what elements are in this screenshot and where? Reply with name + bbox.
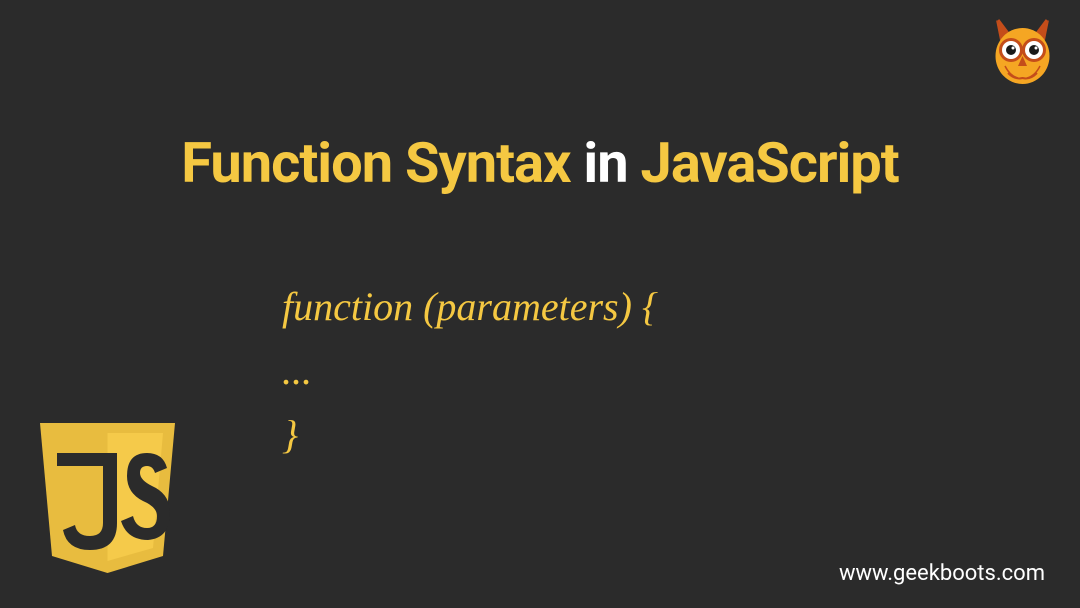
owl-logo-icon xyxy=(990,18,1055,88)
code-line-2: ... xyxy=(282,339,658,403)
page-title: Function Syntax in JavaScript xyxy=(0,130,1080,196)
website-url: www.geekboots.com xyxy=(839,561,1045,586)
code-snippet: function (parameters) { ... } xyxy=(282,275,658,467)
code-line-1: function (parameters) { xyxy=(282,275,658,339)
js-logo-icon xyxy=(35,418,180,578)
title-part1: Function Syntax xyxy=(181,130,570,196)
title-part2: in xyxy=(571,130,641,196)
code-line-3: } xyxy=(282,403,658,467)
title-part3: JavaScript xyxy=(641,130,899,196)
